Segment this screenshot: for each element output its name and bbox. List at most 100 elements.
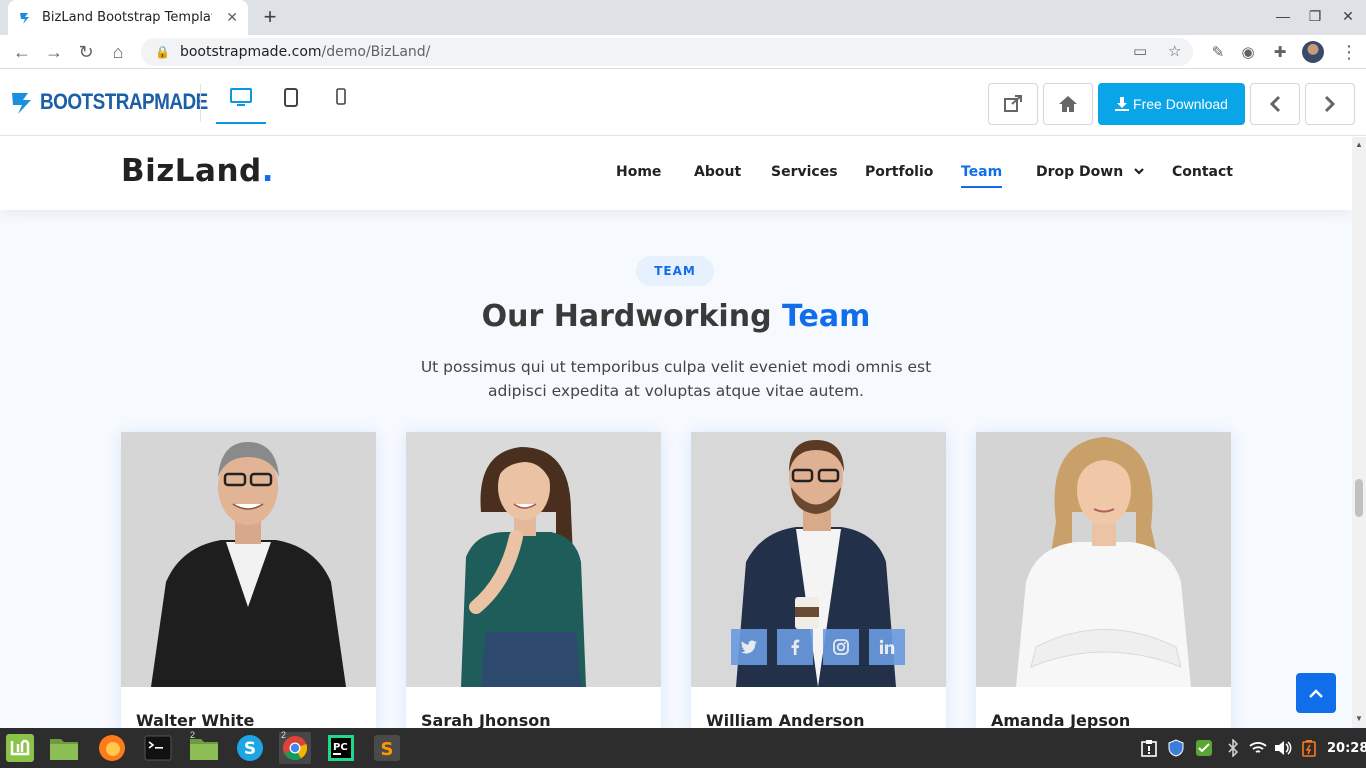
browser-tab[interactable]: BizLand Bootstrap Template | BootstrapMa…	[8, 0, 248, 35]
taskbar-firefox[interactable]	[96, 732, 128, 764]
taskbar-files-group[interactable]: 2	[188, 730, 220, 764]
home-icon[interactable]: ⌂	[106, 41, 130, 63]
team-member-card[interactable]: William Anderson	[691, 432, 946, 728]
taskbar-files[interactable]	[48, 732, 80, 764]
back-to-top-button[interactable]	[1296, 673, 1336, 713]
wifi-tray-icon[interactable]	[1248, 738, 1268, 758]
taskbar-terminal[interactable]	[142, 732, 174, 764]
section-tag: TEAM	[636, 256, 714, 286]
team-member-card[interactable]: Sarah Jhonson	[406, 432, 661, 728]
reload-icon[interactable]: ↻	[74, 41, 98, 63]
tablet-view-button[interactable]	[266, 88, 316, 124]
linkedin-link[interactable]	[869, 629, 905, 665]
section-heading: Our Hardworking Team	[481, 299, 871, 334]
taskbar-sublime[interactable]: S	[371, 732, 403, 764]
scroll-down-icon[interactable]: ▼	[1355, 714, 1363, 723]
linux-mint-icon	[6, 734, 34, 762]
clock[interactable]: 20:28	[1327, 741, 1366, 756]
nav-team[interactable]: Team	[961, 164, 1003, 188]
svg-text:S: S	[381, 739, 394, 760]
taskbar-pycharm[interactable]: PC	[325, 732, 357, 764]
tablet-icon	[284, 88, 298, 107]
previous-template-button[interactable]	[1250, 83, 1300, 125]
taskbar-chrome[interactable]: 2	[279, 730, 311, 764]
shield-icon	[1168, 739, 1184, 757]
bluetooth-tray-icon[interactable]	[1223, 738, 1243, 758]
browser-toolbar: ← → ↻ ⌂ 🔒 bootstrapmade.com/demo/BizLand…	[0, 35, 1366, 69]
forward-icon[interactable]: →	[42, 41, 66, 63]
profile-avatar[interactable]	[1302, 41, 1324, 63]
mint-menu-button[interactable]	[4, 732, 36, 764]
nav-portfolio[interactable]: Portfolio	[865, 164, 933, 180]
bootstrapmade-logo-icon	[12, 93, 31, 114]
back-icon[interactable]: ←	[10, 41, 34, 63]
nav-services[interactable]: Services	[771, 164, 838, 180]
open-external-button[interactable]	[988, 83, 1038, 125]
bootstrapmade-favicon-icon	[20, 12, 29, 24]
update-tray-icon[interactable]	[1194, 738, 1214, 758]
divider	[200, 84, 201, 122]
scroll-up-icon[interactable]: ▲	[1355, 140, 1363, 149]
shield-tray-icon[interactable]	[1166, 738, 1186, 758]
home-button[interactable]	[1043, 83, 1093, 125]
mobile-view-button[interactable]	[316, 88, 366, 124]
check-icon	[1196, 740, 1212, 756]
desktop-view-button[interactable]	[216, 88, 266, 124]
site-logo[interactable]: BizLand.	[121, 153, 274, 189]
page-scrollbar[interactable]: ▲ ▼	[1352, 137, 1366, 728]
svg-text:S: S	[244, 739, 256, 759]
bookmark-star-icon[interactable]: ☆	[1168, 42, 1181, 60]
minimize-icon[interactable]: —	[1273, 8, 1293, 24]
team-member-photo	[976, 432, 1231, 687]
nav-dropdown[interactable]: Drop Down	[1036, 164, 1144, 180]
close-window-icon[interactable]: ✕	[1338, 8, 1358, 25]
extension-tool-icon[interactable]: ✎	[1208, 43, 1228, 63]
tab-close-icon[interactable]: ✕	[226, 9, 238, 26]
instagram-icon	[833, 639, 849, 655]
bluetooth-icon	[1228, 739, 1239, 757]
cast-icon[interactable]: ▭	[1133, 42, 1147, 60]
free-download-button[interactable]: Free Download	[1098, 83, 1245, 125]
address-bar[interactable]: 🔒 bootstrapmade.com/demo/BizLand/ ▭ ☆	[141, 38, 1193, 66]
team-member-card[interactable]: Walter White	[121, 432, 376, 728]
facebook-link[interactable]	[777, 629, 813, 665]
desktop-icon	[230, 88, 252, 106]
extensions-puzzle-icon[interactable]: ✚	[1270, 43, 1290, 63]
download-icon	[1115, 97, 1130, 111]
next-template-button[interactable]	[1305, 83, 1355, 125]
bootstrapmade-logo[interactable]: BOOTSTRAPMADE	[10, 88, 235, 116]
nav-contact[interactable]: Contact	[1172, 164, 1233, 180]
restore-icon[interactable]: ❐	[1305, 8, 1325, 25]
scrollbar-thumb[interactable]	[1355, 479, 1363, 517]
team-member-photo	[406, 432, 661, 687]
taskbar-skype[interactable]: S	[234, 732, 266, 764]
instagram-link[interactable]	[823, 629, 859, 665]
volume-icon	[1275, 741, 1292, 755]
home-icon	[1059, 96, 1077, 112]
lock-icon[interactable]: 🔒	[155, 45, 170, 59]
battery-tray-icon[interactable]	[1299, 738, 1319, 758]
pycharm-icon: PC	[328, 735, 354, 761]
clipboard-tray-icon[interactable]	[1139, 738, 1159, 758]
new-tab-button[interactable]: +	[258, 6, 282, 30]
folder-icon	[50, 739, 78, 760]
terminal-icon	[144, 735, 172, 761]
chrome-menu-icon[interactable]: ⋮	[1340, 42, 1358, 63]
team-member-card[interactable]: Amanda Jepson	[976, 432, 1231, 728]
team-member-name: Sarah Jhonson	[421, 711, 551, 728]
extension-mask-icon[interactable]: ◉	[1238, 43, 1258, 63]
nav-about[interactable]: About	[694, 164, 741, 180]
tab-title: BizLand Bootstrap Template | BootstrapMa…	[42, 10, 212, 25]
download-label: Free Download	[1133, 96, 1228, 112]
nav-home[interactable]: Home	[616, 164, 661, 180]
firefox-icon	[99, 735, 125, 761]
chevron-down-icon	[1134, 168, 1144, 175]
taskbar: 2 S 2 PC S 20:28	[0, 728, 1366, 768]
twitter-icon	[741, 640, 757, 654]
logo-text: BOOTSTRAPMADE	[40, 89, 208, 114]
team-member-name: Walter White	[136, 711, 255, 728]
volume-tray-icon[interactable]	[1273, 738, 1293, 758]
twitter-link[interactable]	[731, 629, 767, 665]
wifi-icon	[1249, 742, 1267, 753]
browser-titlebar: BizLand Bootstrap Template | BootstrapMa…	[0, 0, 1366, 35]
